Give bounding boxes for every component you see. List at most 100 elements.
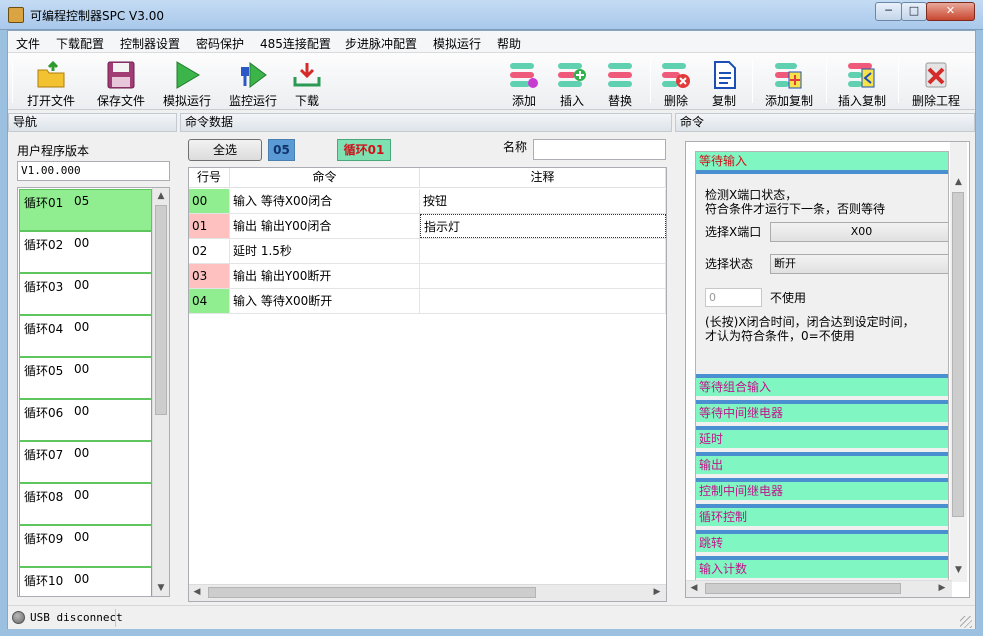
- connection-status-icon: [12, 611, 25, 624]
- loop-list-item[interactable]: 循环07 00: [19, 441, 152, 483]
- replace-button[interactable]: 替换: [602, 59, 638, 108]
- command-category[interactable]: 等待组合输入: [696, 374, 948, 396]
- grid-hscrollbar[interactable]: ◀ ▶: [189, 584, 666, 601]
- add-copy-button[interactable]: 添加复制: [758, 59, 820, 108]
- name-input[interactable]: [533, 139, 666, 160]
- scroll-down-icon[interactable]: ▼: [950, 562, 967, 578]
- open-file-button[interactable]: 打开文件: [20, 59, 82, 108]
- add-button[interactable]: 添加: [506, 59, 542, 108]
- minimize-button[interactable]: ─: [875, 2, 902, 21]
- menu-password[interactable]: 密码保护: [196, 35, 244, 52]
- monitor-run-button[interactable]: 监控运行: [222, 59, 284, 108]
- insert-button[interactable]: 插入: [554, 59, 590, 108]
- add-row-icon: [510, 63, 538, 88]
- loop-list-item[interactable]: 循环01 05: [19, 189, 152, 231]
- scroll-thumb[interactable]: [705, 583, 901, 594]
- command-panel-hscrollbar[interactable]: ◀ ▶: [686, 580, 952, 597]
- loop-name: 循环10: [24, 574, 64, 588]
- menu-help[interactable]: 帮助: [497, 35, 521, 52]
- simulate-button[interactable]: 模拟运行: [156, 59, 218, 108]
- line-number-cell[interactable]: 03: [189, 264, 230, 288]
- command-panel-scrollbar[interactable]: ▲ ▼: [950, 142, 967, 582]
- scroll-left-icon[interactable]: ◀: [189, 585, 205, 601]
- save-file-button[interactable]: 保存文件: [90, 59, 152, 108]
- loop-list-item[interactable]: 循环02 00: [19, 231, 152, 273]
- command-cell[interactable]: 输入 等待X00闭合: [230, 189, 420, 213]
- scroll-thumb[interactable]: [155, 205, 167, 415]
- scroll-left-icon[interactable]: ◀: [686, 581, 702, 597]
- scroll-up-icon[interactable]: ▲: [950, 174, 967, 190]
- delete-row-icon: [662, 63, 690, 88]
- command-category[interactable]: 等待中间继电器: [696, 400, 948, 422]
- command-grid: 行号 命令 注释 ◀ ▶ 00 输入 等待X00闭合 按钮 01 输出 输出Y00闭合指…: [188, 167, 667, 602]
- command-count-badge: 05: [268, 139, 295, 161]
- command-cell[interactable]: 输出 输出Y00断开: [230, 264, 420, 288]
- active-command-title[interactable]: 等待输入: [696, 152, 948, 174]
- command-cell[interactable]: 输入 等待X00断开: [230, 289, 420, 313]
- menu-stepper-config[interactable]: 步进脉冲配置: [345, 35, 417, 52]
- main-window: 文件 下载配置 控制器设置 密码保护 485连接配置 步进脉冲配置 模拟运行 帮…: [7, 30, 976, 629]
- insert-copy-button[interactable]: 插入复制: [831, 59, 893, 108]
- note-cell[interactable]: [420, 289, 666, 313]
- loop-list-item[interactable]: 循环04 00: [19, 315, 152, 357]
- delete-project-icon: [925, 62, 947, 88]
- menu-simulate[interactable]: 模拟运行: [433, 35, 481, 52]
- select-all-button[interactable]: 全选: [188, 139, 262, 161]
- table-row[interactable]: 02 延时 1.5秒: [189, 239, 666, 264]
- delete-button[interactable]: 删除: [658, 59, 694, 108]
- loop-list-item[interactable]: 循环10 00: [19, 567, 152, 596]
- table-row[interactable]: 04 输入 等待X00断开: [189, 289, 666, 314]
- scroll-thumb[interactable]: [952, 192, 964, 517]
- version-field[interactable]: V1.00.000: [17, 161, 170, 181]
- menu-download-config[interactable]: 下载配置: [56, 35, 104, 52]
- scroll-up-icon[interactable]: ▲: [153, 188, 169, 204]
- insert-copy-icon: [848, 63, 875, 88]
- insert-row-icon: [558, 63, 586, 87]
- maximize-button[interactable]: □: [901, 2, 927, 21]
- note-cell[interactable]: [420, 264, 666, 288]
- status-bar: USB disconnect: [8, 605, 975, 629]
- copy-button[interactable]: 复制: [706, 59, 742, 108]
- loop-list-item[interactable]: 循环05 00: [19, 357, 152, 399]
- hold-time-input[interactable]: 0: [705, 288, 762, 307]
- command-category[interactable]: 输出: [696, 452, 948, 474]
- note-cell[interactable]: [420, 239, 666, 263]
- note-cell[interactable]: 指示灯: [420, 214, 666, 238]
- line-number-cell[interactable]: 00: [189, 189, 230, 213]
- loop-count: 00: [74, 446, 90, 460]
- loop-list-item[interactable]: 循环08 00: [19, 483, 152, 525]
- loop-list-scrollbar[interactable]: ▲ ▼: [152, 188, 169, 596]
- loop-name: 循环01: [24, 196, 64, 210]
- loop-list-item[interactable]: 循环06 00: [19, 399, 152, 441]
- table-row[interactable]: 01 输出 输出Y00闭合 指示灯: [189, 214, 666, 239]
- command-category[interactable]: 输入计数: [696, 556, 948, 578]
- menu-controller-settings[interactable]: 控制器设置: [120, 35, 180, 52]
- command-category[interactable]: 控制中间继电器: [696, 478, 948, 500]
- download-button[interactable]: 下载: [284, 59, 330, 108]
- scroll-down-icon[interactable]: ▼: [153, 580, 169, 596]
- note-cell[interactable]: 按钮: [420, 189, 666, 213]
- scroll-right-icon[interactable]: ▶: [934, 581, 950, 597]
- command-category[interactable]: 延时: [696, 426, 948, 448]
- port-select[interactable]: X00: [770, 222, 948, 242]
- table-row[interactable]: 03 输出 输出Y00断开: [189, 264, 666, 289]
- port-label: 选择X端口: [705, 225, 762, 239]
- loop-list-item[interactable]: 循环03 00: [19, 273, 152, 315]
- loop-list-item[interactable]: 循环09 00: [19, 525, 152, 567]
- command-category[interactable]: 循环控制: [696, 504, 948, 526]
- delete-project-button[interactable]: 删除工程: [905, 59, 967, 108]
- line-number-cell[interactable]: 02: [189, 239, 230, 263]
- line-number-cell[interactable]: 01: [189, 214, 230, 238]
- line-number-cell[interactable]: 04: [189, 289, 230, 313]
- resize-grip-icon[interactable]: [960, 616, 972, 628]
- command-cell[interactable]: 输出 输出Y00闭合: [230, 214, 420, 238]
- menu-485-config[interactable]: 485连接配置: [260, 35, 331, 52]
- scroll-right-icon[interactable]: ▶: [649, 585, 665, 601]
- command-cell[interactable]: 延时 1.5秒: [230, 239, 420, 263]
- grid-hscroll-thumb[interactable]: [208, 587, 536, 598]
- menu-file[interactable]: 文件: [16, 35, 40, 52]
- close-button[interactable]: ✕: [926, 2, 975, 21]
- table-row[interactable]: 00 输入 等待X00闭合 按钮: [189, 189, 666, 214]
- state-select[interactable]: 断开: [770, 254, 948, 274]
- command-category[interactable]: 跳转: [696, 530, 948, 552]
